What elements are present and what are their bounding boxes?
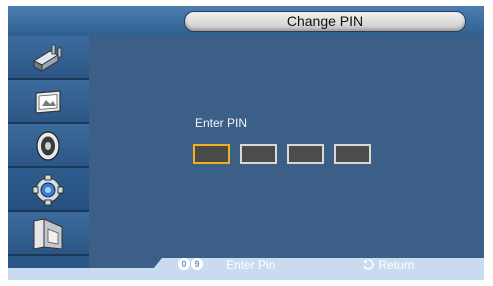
sound-icon (36, 131, 60, 161)
page-title: Change PIN (184, 11, 466, 32)
enter-pin-label: Enter PIN (195, 116, 248, 130)
picture-icon (35, 90, 61, 114)
sidebar-item-setup[interactable] (8, 168, 89, 212)
sidebar (8, 36, 89, 268)
sidebar-item-input[interactable] (8, 36, 89, 80)
key-start: 0 (178, 258, 190, 270)
sidebar-item-picture[interactable] (8, 80, 89, 124)
return-label: Return (378, 258, 415, 272)
multi-window-icon (33, 218, 63, 250)
return-icon (363, 259, 374, 270)
return-hint[interactable]: Return (362, 258, 414, 272)
pin-digit-2[interactable] (240, 144, 277, 164)
title-bar: Change PIN (8, 6, 484, 36)
enter-pin-hint: Enter Pin (226, 258, 276, 272)
input-plug-icon (32, 44, 62, 72)
setup-gear-icon (32, 174, 64, 206)
sidebar-item-multi-window[interactable] (8, 212, 89, 256)
pin-digit-4[interactable] (334, 144, 371, 164)
key-end: 9 (191, 258, 203, 270)
sidebar-item-sound[interactable] (8, 124, 89, 168)
change-pin-panel: Enter PIN (89, 36, 484, 268)
pin-digit-3[interactable] (287, 144, 324, 164)
osd-window: Change PIN Enter PIN (8, 6, 484, 280)
number-keys-icon: 09 (178, 258, 204, 272)
pin-digit-1[interactable] (193, 144, 230, 164)
